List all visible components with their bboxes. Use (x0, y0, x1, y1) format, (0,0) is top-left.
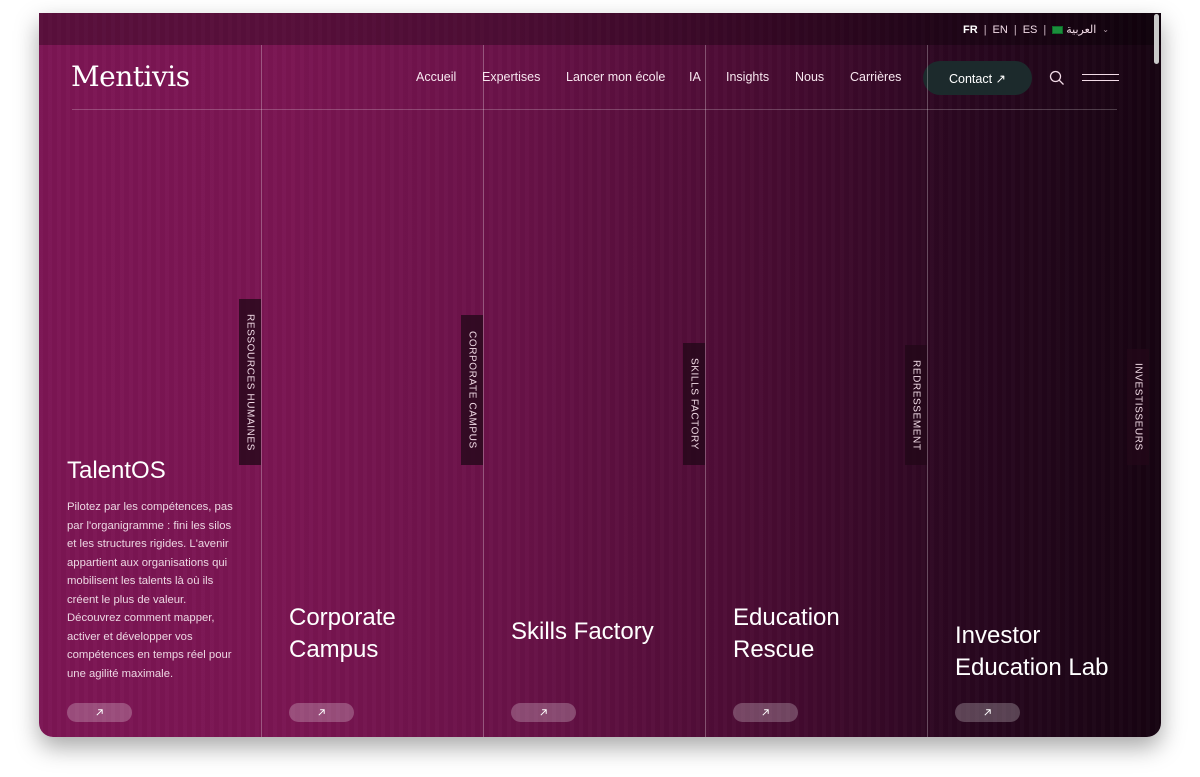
flag-icon (1052, 26, 1064, 35)
panel-tab-label: RESSOURCES HUMAINES (244, 313, 256, 451)
arrow-up-right-icon (318, 709, 325, 716)
nav-item-insights[interactable]: Insights (726, 70, 769, 84)
lang-es[interactable]: ES (1023, 24, 1038, 36)
panel-link-button[interactable] (511, 703, 576, 722)
nav-item-lancer-mon-ecole[interactable]: Lancer mon école (566, 70, 665, 84)
arrow-up-right-icon (984, 709, 991, 716)
panel-title-education-rescue: Education Rescue (733, 604, 840, 663)
panel-title-corporate-campus: Corporate Campus (289, 604, 396, 663)
panel-tab-label: SKILLS FACTORY (688, 358, 700, 450)
panel-divider (261, 45, 262, 737)
language-switcher: FR | EN | ES | العربية ⌄ (963, 23, 1109, 37)
panel-title-skills-factory: Skills Factory (511, 618, 654, 645)
nav-item-carrieres[interactable]: Carrières (850, 70, 901, 84)
panel-title-talentos: TalentOS (67, 457, 166, 484)
lang-separator: | (983, 23, 987, 36)
lang-ar-label: العربية (1066, 24, 1097, 36)
panel-divider (705, 45, 706, 737)
menu-line (1082, 74, 1119, 75)
language-bar: FR | EN | ES | العربية ⌄ (39, 13, 1161, 45)
panel-link-button[interactable] (67, 703, 132, 722)
panel-tab-ressources-humaines[interactable]: RESSOURCES HUMAINES (239, 299, 261, 465)
panel-tab-skills-factory[interactable]: SKILLS FACTORY (683, 343, 705, 465)
nav-item-nous[interactable]: Nous (795, 70, 824, 84)
lang-fr[interactable]: FR (963, 24, 978, 36)
hamburger-menu-icon[interactable] (1082, 73, 1119, 83)
panel-link-button[interactable] (955, 703, 1020, 722)
panel-tab-label: CORPORATE CAMPUS (466, 331, 478, 449)
header-divider (72, 109, 1117, 110)
panel-tab-corporate-campus[interactable]: CORPORATE CAMPUS (461, 315, 483, 465)
page-frame: FR | EN | ES | العربية ⌄ Mentivis Accuei… (39, 13, 1161, 737)
panel-tab-investisseurs[interactable]: INVESTISSEURS (1127, 349, 1149, 465)
lang-separator: | (1043, 23, 1047, 36)
panel-link-button[interactable] (733, 703, 798, 722)
arrow-up-right-icon (762, 709, 769, 716)
panel-divider (483, 45, 484, 737)
panel-tab-redressement[interactable]: REDRESSEMENT (905, 345, 927, 465)
nav-item-expertises[interactable]: Expertises (482, 70, 540, 84)
panel-link-button[interactable] (289, 703, 354, 722)
panel-tab-label: REDRESSEMENT (910, 359, 922, 451)
lang-ar[interactable]: العربية (1052, 23, 1096, 36)
arrow-up-right-icon (540, 709, 547, 716)
panel-tab-label: INVESTISSEURS (1132, 363, 1144, 451)
lang-en[interactable]: EN (993, 24, 1008, 36)
search-icon[interactable] (1049, 70, 1065, 86)
panel-description: Pilotez par les compétences, pas par l'o… (67, 501, 233, 680)
panel-title-investor-education-lab: Investor Education Lab (955, 622, 1109, 681)
lang-separator: | (1013, 23, 1017, 36)
nav-item-accueil[interactable]: Accueil (416, 70, 456, 84)
scrollbar-thumb[interactable] (1154, 14, 1159, 64)
panel-divider (927, 45, 928, 737)
nav-item-ia[interactable]: IA (689, 70, 701, 84)
arrow-up-right-icon (96, 709, 103, 716)
contact-button[interactable]: Contact ↗ (923, 61, 1032, 95)
menu-line (1082, 80, 1119, 81)
chevron-down-icon[interactable]: ⌄ (1102, 25, 1109, 34)
